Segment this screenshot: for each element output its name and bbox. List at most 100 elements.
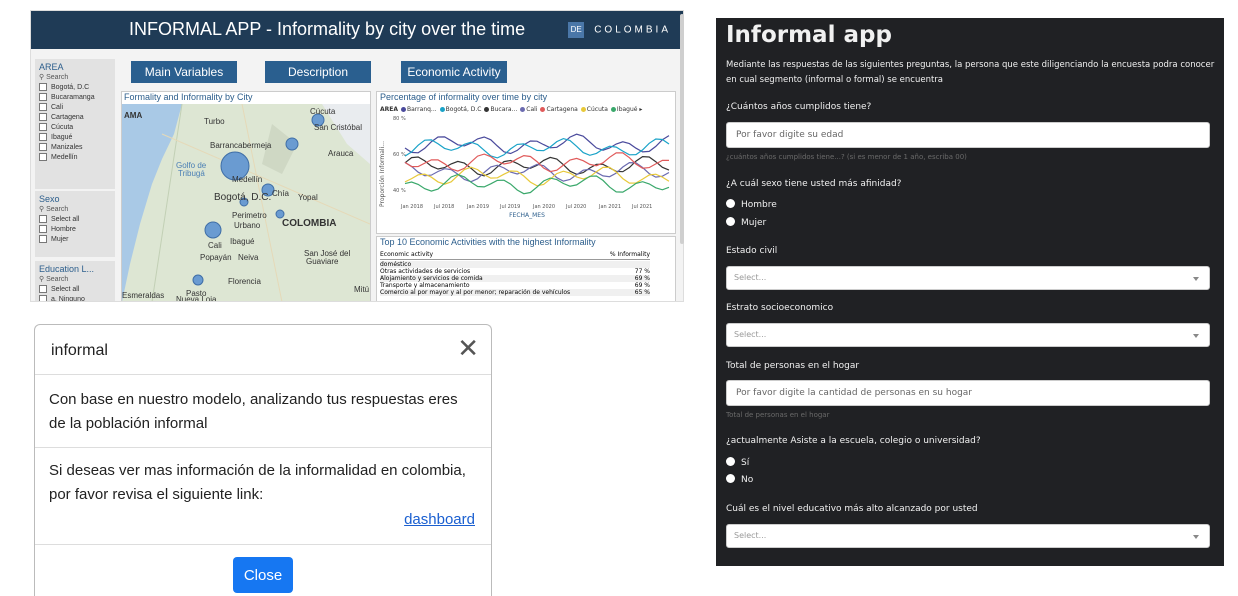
education-label: Cuál es el nivel educativo más alto alca… <box>726 504 978 514</box>
school-option-no[interactable]: No <box>726 474 753 485</box>
x-tick-label: Jul 2021 <box>631 204 652 210</box>
top-table-header: Economic activity % Informality <box>380 251 650 260</box>
legend-item[interactable]: Bucara... <box>481 106 517 113</box>
radio-icon <box>726 217 735 226</box>
x-axis-label: FECHA_MES <box>509 212 545 219</box>
sex-option[interactable]: Hombre <box>39 225 111 235</box>
sex-filter: Sexo ⚲ Search Select all Hombre Mujer <box>35 191 115 257</box>
household-hint: Total de personas en el hogar <box>726 411 830 419</box>
close-icon[interactable]: ✕ <box>457 335 479 361</box>
area-option[interactable]: Cali <box>39 103 111 113</box>
area-option[interactable]: Cartagena <box>39 113 111 123</box>
result-modal: informal ✕ Con base en nuestro modelo, a… <box>34 324 492 596</box>
estrato-label: Estrato socioeconomico <box>726 303 834 313</box>
map-city-label: AMA <box>124 111 142 120</box>
legend-item[interactable]: Cúcuta <box>578 106 608 113</box>
table-row[interactable]: Comercio al por mayor y al por menor; re… <box>380 289 650 296</box>
school-option-si[interactable]: Sí <box>726 457 749 468</box>
area-option[interactable]: Manizales <box>39 143 111 153</box>
sex-option[interactable]: Mujer <box>39 235 111 245</box>
map-canvas[interactable]: AMA Turbo Cúcuta San Cristóbal Barrancaberme… <box>122 104 370 302</box>
table-row[interactable]: Otras actividades de servicios 77 % <box>380 268 650 275</box>
area-filter-search[interactable]: ⚲ Search <box>39 73 111 81</box>
modal-title: informal <box>51 342 108 359</box>
radio-icon <box>726 474 735 483</box>
map-city-label: Mitú <box>354 285 369 294</box>
map-city-label: Barrancabermeja <box>210 141 272 150</box>
map-city-label: Esmeraldas <box>122 291 164 300</box>
education-select[interactable]: Select... <box>726 524 1210 548</box>
x-tick-label: Jul 2020 <box>565 204 586 210</box>
sex-option[interactable]: Select all <box>39 215 111 225</box>
dashboard-title: INFORMAL APP - Informality by city over … <box>129 19 526 39</box>
sex-filter-title: Sexo <box>39 194 60 204</box>
map-city-label: Florencia <box>228 277 261 286</box>
legend-item[interactable]: Ibagué <box>608 106 637 113</box>
col-activity[interactable]: Economic activity <box>380 251 433 258</box>
chevron-down-icon <box>1193 334 1199 338</box>
x-tick-label: Jan 2019 <box>466 204 489 210</box>
line-chart-canvas[interactable]: Proporción Informali... 80 % 60 % 40 % Jan 2… <box>377 114 675 234</box>
map-city-label: COLOMBIA <box>282 218 336 229</box>
series-line[interactable] <box>404 155 670 177</box>
y-tick-label: 80 % <box>393 116 406 122</box>
description-button[interactable]: Description <box>265 61 371 83</box>
legend-item[interactable]: Cali <box>517 106 537 113</box>
education-option[interactable]: Select all <box>39 285 111 295</box>
map-city-label: Neiva <box>238 253 259 262</box>
sex-option-hombre[interactable]: Hombre <box>726 199 777 210</box>
form-intro: Mediante las respuestas de las siguiente… <box>726 60 1215 85</box>
col-informality[interactable]: % Informality <box>610 251 650 258</box>
household-label: Total de personas en el hogar <box>726 361 860 371</box>
map-city-label: San Cristóbal <box>314 123 362 132</box>
y-axis-label: Proporción Informali... <box>379 141 386 207</box>
survey-form: Informal app Mediante las respuestas de … <box>716 18 1224 566</box>
sex-option-mujer[interactable]: Mujer <box>726 217 766 228</box>
table-row[interactable]: Alojamiento y servicios de comida 69 % <box>380 275 650 282</box>
education-filter-title: Education L... <box>39 264 95 274</box>
education-option[interactable]: a. Ninguno <box>39 295 111 301</box>
radio-icon <box>726 457 735 466</box>
education-filter-search[interactable]: ⚲ Search <box>39 275 111 283</box>
legend-item[interactable]: Cartagena <box>537 106 578 113</box>
city-map[interactable]: Formality and Informality by City AMA Tur… <box>121 91 371 302</box>
area-option[interactable]: Ibagué <box>39 133 111 143</box>
legend-next-icon[interactable]: ▸ <box>637 106 642 113</box>
estrato-select[interactable]: Select... <box>726 323 1210 347</box>
close-button[interactable]: Close <box>233 557 293 593</box>
economic-activity-button[interactable]: Economic Activity <box>401 61 507 83</box>
map-city-label: Nueva Loja <box>176 295 217 302</box>
civil-status-label: Estado civil <box>726 246 778 256</box>
civil-status-select[interactable]: Select... <box>726 266 1210 290</box>
age-input[interactable] <box>726 122 1210 148</box>
brand-name: COLOMBIA <box>594 24 671 36</box>
area-option[interactable]: Medellín <box>39 153 111 163</box>
legend-item[interactable]: Bogotá, D.C <box>437 106 481 113</box>
chevron-down-icon <box>1193 277 1199 281</box>
map-city-label: Bogotá, D.C. <box>214 192 271 203</box>
legend-swatch-icon <box>610 107 616 112</box>
legend-title: AREA <box>380 106 399 113</box>
main-variables-button[interactable]: Main Variables <box>131 61 237 83</box>
table-row[interactable]: Transporte y almacenamiento 69 % <box>380 282 650 289</box>
dashboard-link[interactable]: dashboard <box>404 511 475 528</box>
informality-line-chart[interactable]: Percentage of informality over time by c… <box>376 91 676 234</box>
table-row[interactable]: doméstico <box>380 261 650 268</box>
legend-item[interactable]: Barranq... <box>398 106 437 113</box>
area-option[interactable]: Bogotá, D.C <box>39 83 111 93</box>
x-tick-label: Jan 2018 <box>400 204 423 210</box>
legend-swatch-icon <box>540 107 546 112</box>
household-input[interactable] <box>726 380 1210 406</box>
page-scrollbar[interactable] <box>680 14 684 244</box>
area-option[interactable]: Cúcuta <box>39 123 111 133</box>
modal-result-text: Con base en nuestro modelo, analizando t… <box>35 376 491 448</box>
map-city-label: Turbo <box>204 117 225 126</box>
area-option[interactable]: Bucaramanga <box>39 93 111 103</box>
line-chart-legend: AREA Barranq... Bogotá, D.C Bucara... Cali Ca… <box>380 106 642 113</box>
dashboard-header: INFORMAL APP - Informality by city over … <box>31 11 683 49</box>
map-city-label: Cúcuta <box>310 107 336 116</box>
top-activities-table: Top 10 Economic Activities with the high… <box>376 236 676 301</box>
x-tick-label: Jan 2021 <box>598 204 621 210</box>
age-hint: ¿cuántos años cumplidos tiene...? (si es… <box>726 153 967 161</box>
sex-filter-search[interactable]: ⚲ Search <box>39 205 111 213</box>
